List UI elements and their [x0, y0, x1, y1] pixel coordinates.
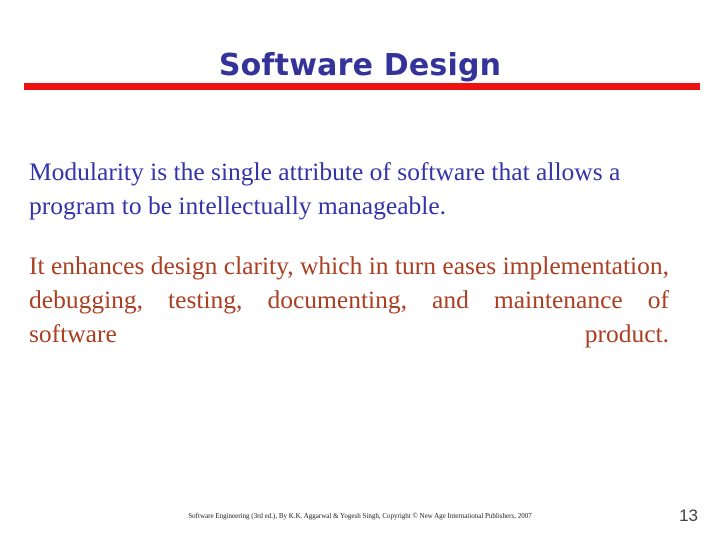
page-title: Software Design	[218, 48, 502, 84]
slide-body: Modularity is the single attribute of so…	[29, 155, 677, 385]
paragraph-modularity-benefits: It enhances design clarity, which in tur…	[29, 251, 669, 348]
title-divider-rule	[24, 83, 700, 90]
slide-title-area: Software Design	[0, 28, 720, 104]
footer-citation: Software Engineering (3rd ed.), By K.K. …	[188, 512, 532, 520]
slide-canvas: Software Design Modularity is the single…	[0, 0, 720, 540]
paragraph-modularity-definition: Modularity is the single attribute of so…	[29, 157, 621, 220]
page-number: 13	[679, 506, 698, 525]
